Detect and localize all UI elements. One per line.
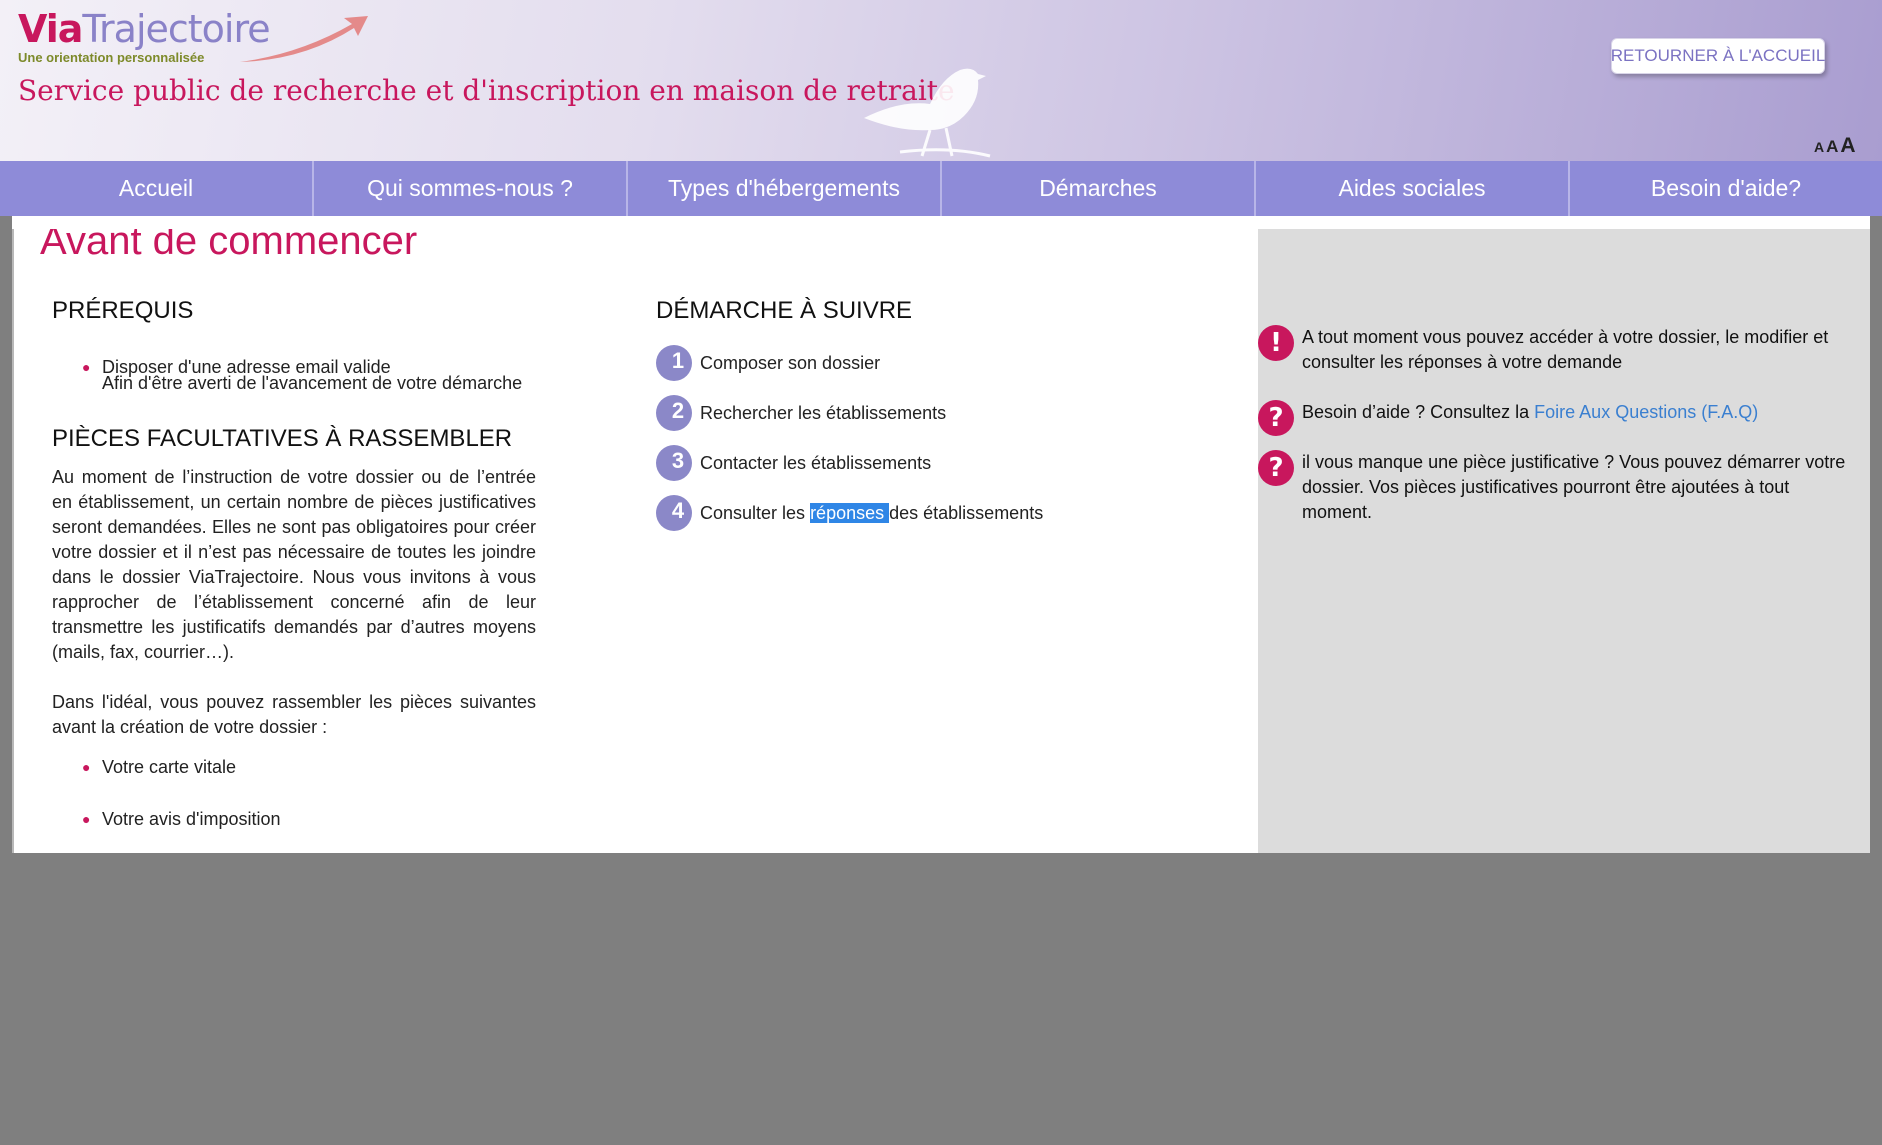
step-number-icon: 1	[656, 345, 692, 381]
logo-wordmark: ViaTrajectoire	[18, 6, 271, 52]
step-number-icon: 4	[656, 495, 692, 531]
info-note: ! A tout moment vous pouvez accéder à vo…	[1258, 325, 1858, 375]
logo-arrow-icon	[240, 16, 368, 62]
return-home-button[interactable]: RETOURNER À L'ACCUEIL	[1611, 38, 1825, 74]
prerequisites-heading: PRÉREQUIS	[52, 297, 194, 324]
service-title: Service public de recherche et d'inscrip…	[18, 74, 955, 107]
step-item: 4 Consulter les réponses des établisseme…	[656, 493, 1043, 533]
font-size-medium-button[interactable]: A	[1826, 137, 1838, 156]
question-icon: ?	[1258, 450, 1294, 486]
nav-item-types-hebergements[interactable]: Types d'hébergements	[628, 161, 942, 216]
prerequisite-item: ● Disposer d'une adresse email valide Af…	[82, 358, 523, 393]
content-top-strip	[12, 216, 1870, 229]
step-text: Rechercher les établissements	[700, 402, 947, 423]
nav-item-accueil[interactable]: Accueil	[0, 161, 314, 216]
font-size-controls: A AA	[1814, 134, 1858, 158]
faq-link[interactable]: Foire Aux Questions (F.A.Q)	[1534, 402, 1758, 422]
exclamation-icon: !	[1258, 325, 1294, 361]
bullet-icon: ●	[82, 359, 91, 375]
step-item: 1 Composer son dossier	[656, 343, 880, 383]
nav-item-demarches[interactable]: Démarches	[942, 161, 1256, 216]
info-note-text: A tout moment vous pouvez accéder à votr…	[1302, 327, 1829, 372]
optional-doc-text: Votre avis d'imposition	[102, 809, 281, 829]
steps-heading: DÉMARCHE À SUIVRE	[656, 297, 913, 324]
optional-docs-intro: Dans l'idéal, vous pouvez rassembler les…	[52, 692, 536, 737]
step-text: Composer son dossier	[700, 352, 881, 373]
logo-tagline: Une orientation personnalisée	[18, 50, 205, 65]
page-title: Avant de commencer	[40, 229, 418, 263]
step-number-icon: 3	[656, 445, 692, 481]
prerequisite-subtext: Afin d'être averti de l'avancement de vo…	[102, 373, 523, 393]
font-size-large-button[interactable]: A	[1840, 134, 1855, 157]
step-item: 2 Rechercher les établissements	[656, 393, 946, 433]
info-note-text: il vous manque une pièce justificative ?…	[1302, 452, 1846, 522]
optional-doc-text: Votre carte vitale	[102, 757, 237, 777]
info-sidebar: ! A tout moment vous pouvez accéder à vo…	[1258, 229, 1870, 853]
nav-item-qui-sommes-nous[interactable]: Qui sommes-nous ?	[314, 161, 628, 216]
step-text: Consulter les réponses des établissement…	[700, 502, 1044, 524]
step-text-post: des établissements	[889, 502, 1044, 523]
nav-item-besoin-aide[interactable]: Besoin d'aide?	[1570, 161, 1882, 216]
info-note: ? Besoin d’aide ? Consultez la Foire Aux…	[1258, 400, 1858, 436]
optional-doc-item: ● Votre carte vitale	[82, 757, 237, 777]
step-number-icon: 2	[656, 395, 692, 431]
step-text-pre: Consulter les	[700, 502, 811, 523]
main-content: Avant de commencer PRÉREQUIS ● Disposer …	[12, 229, 1258, 853]
step-item: 3 Contacter les établissements	[656, 443, 931, 483]
faq-prefix: Besoin d’aide ? Consultez la	[1302, 402, 1535, 422]
viatrajectoire-logo[interactable]: ViaTrajectoire Une orientation personnal…	[18, 6, 368, 72]
optional-docs-heading: PIÈCES FACULTATIVES À RASSEMBLER	[52, 425, 513, 452]
bullet-icon: ●	[82, 811, 91, 827]
bullet-icon: ●	[82, 759, 91, 775]
font-size-small-button[interactable]: A	[1814, 139, 1824, 155]
step-text: Contacter les établissements	[700, 452, 932, 473]
optional-docs-paragraph: Au moment de l’instruction de votre doss…	[52, 467, 536, 662]
bird-illustration-icon	[864, 68, 991, 158]
question-icon: ?	[1258, 400, 1294, 436]
optional-doc-item: ● Votre avis d'imposition	[82, 809, 281, 829]
nav-item-aides-sociales[interactable]: Aides sociales	[1256, 161, 1570, 216]
main-nav: Accueil Qui sommes-nous ? Types d'héberg…	[0, 161, 1882, 216]
site-header: ViaTrajectoire Une orientation personnal…	[0, 0, 1882, 161]
info-note-text: Besoin d’aide ? Consultez la Foire Aux Q…	[1302, 400, 1758, 425]
info-note: ? il vous manque une pièce justificative…	[1258, 450, 1858, 525]
selected-text: réponses	[810, 502, 890, 523]
logo-via: Via	[18, 7, 83, 51]
